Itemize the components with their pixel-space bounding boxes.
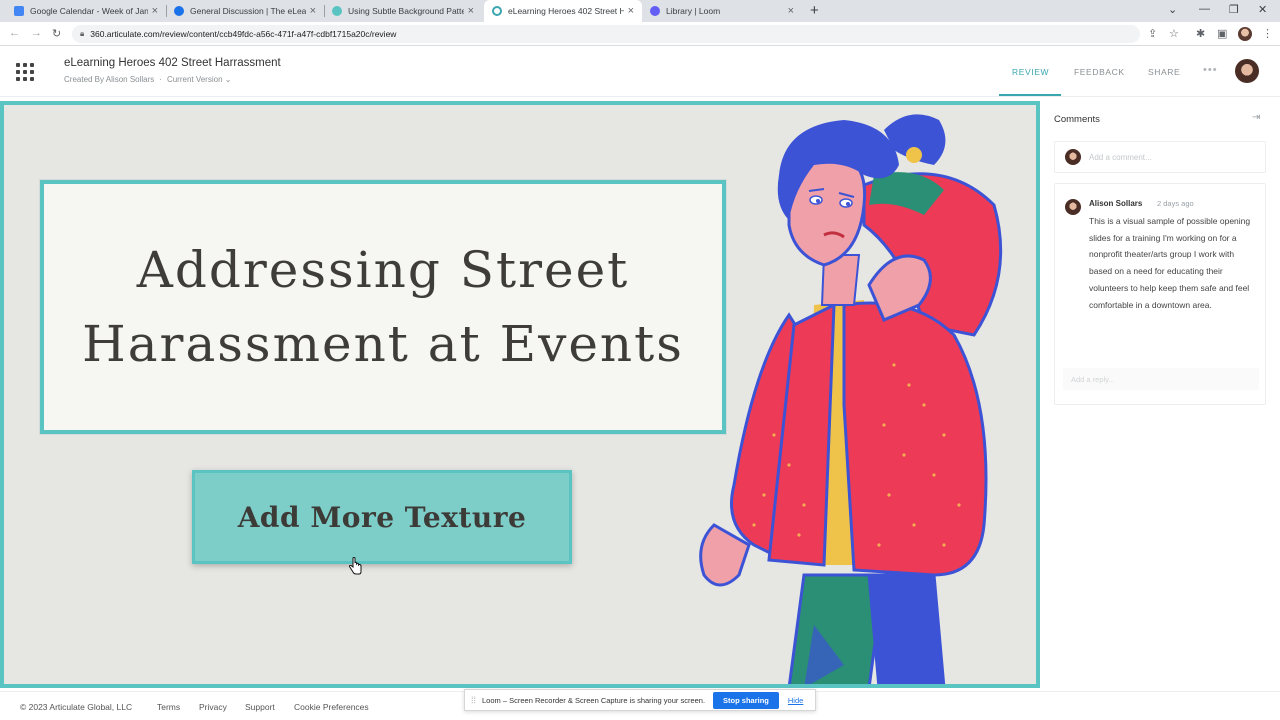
created-by-label: Created By Alison Sollars bbox=[64, 75, 155, 84]
url-text: 360.articulate.com/review/content/ccb49f… bbox=[90, 29, 397, 39]
course-title: eLearning Heroes 402 Street Harrassment bbox=[64, 57, 281, 69]
copyright-text: © 2023 Articulate Global, LLC bbox=[20, 702, 133, 712]
comment-author: Alison Sollars bbox=[1089, 199, 1143, 208]
tab-title: General Discussion | The eLearn bbox=[190, 6, 306, 16]
browser-menu-icon[interactable]: ⋮ bbox=[1262, 27, 1273, 40]
new-tab-button[interactable]: + bbox=[810, 2, 819, 19]
footer-link-cookie-preferences[interactable]: Cookie Preferences bbox=[294, 702, 369, 712]
hide-link[interactable]: Hide bbox=[788, 696, 803, 705]
gear-icon bbox=[332, 6, 342, 16]
forward-icon[interactable]: → bbox=[31, 27, 42, 39]
tab-title: eLearning Heroes 402 Street Har bbox=[508, 6, 624, 16]
collapse-panel-icon[interactable]: ⇥ bbox=[1252, 112, 1260, 123]
slide-title: Addressing Street Harassment at Events bbox=[82, 241, 684, 373]
user-avatar[interactable] bbox=[1235, 59, 1259, 83]
browser-tab-general-discussion[interactable]: General Discussion | The eLearn × bbox=[166, 0, 324, 22]
browser-tab-google-calendar[interactable]: Google Calendar - Week of Janu × bbox=[6, 0, 166, 22]
back-icon[interactable]: ← bbox=[9, 27, 20, 39]
share-message: Loom – Screen Recorder & Screen Capture … bbox=[482, 695, 706, 705]
tab-title: Using Subtle Background Patter bbox=[348, 6, 464, 16]
add-comment-input[interactable]: Add a comment... bbox=[1054, 141, 1266, 173]
commenter-avatar bbox=[1065, 199, 1081, 215]
minimize-icon[interactable]: — bbox=[1199, 3, 1210, 15]
footer-link-privacy[interactable]: Privacy bbox=[199, 702, 227, 712]
close-tab-icon[interactable]: × bbox=[468, 5, 474, 17]
stop-sharing-button[interactable]: Stop sharing bbox=[713, 691, 779, 709]
nav-feedback[interactable]: FEEDBACK bbox=[1074, 67, 1125, 77]
extensions-puzzle-icon[interactable]: ✱ bbox=[1196, 27, 1205, 40]
close-tab-icon[interactable]: × bbox=[310, 5, 316, 17]
footer-link-support[interactable]: Support bbox=[245, 702, 275, 712]
side-panel-icon[interactable]: ▣ bbox=[1217, 27, 1227, 40]
close-tab-icon[interactable]: × bbox=[628, 5, 634, 17]
screen-share-notification: ⁞⁞ Loom – Screen Recorder & Screen Captu… bbox=[464, 689, 816, 711]
tab-title: Library | Loom bbox=[666, 6, 721, 16]
footer-link-terms[interactable]: Terms bbox=[157, 702, 180, 712]
slide-preview: Addressing Street Harassment at Events A… bbox=[0, 101, 1040, 688]
comments-heading: Comments bbox=[1054, 114, 1100, 125]
calendar-icon bbox=[14, 6, 24, 16]
tab-search-icon[interactable]: ⌄ bbox=[1168, 3, 1177, 16]
review-360-icon bbox=[492, 6, 502, 16]
url-field[interactable]: 🔒︎ 360.articulate.com/review/content/ccb… bbox=[72, 25, 1140, 43]
articulate-icon bbox=[174, 6, 184, 16]
app-header: eLearning Heroes 402 Street Harrassment … bbox=[0, 46, 1280, 97]
loom-icon bbox=[650, 6, 660, 16]
browser-tab-background-patterns[interactable]: Using Subtle Background Patter × bbox=[324, 0, 482, 22]
comments-panel: Comments ⇥ Add a comment... Alison Solla… bbox=[1042, 101, 1280, 691]
drag-handle-icon[interactable]: ⁞⁞ bbox=[471, 695, 476, 705]
bookmark-star-icon[interactable]: ☆ bbox=[1169, 27, 1179, 40]
close-tab-icon[interactable]: × bbox=[152, 5, 158, 17]
close-window-icon[interactable]: ✕ bbox=[1258, 3, 1267, 16]
version-dropdown[interactable]: Current Version ⌄ bbox=[167, 75, 232, 84]
reply-placeholder: Add a reply... bbox=[1071, 374, 1115, 384]
reply-input[interactable]: Add a reply... bbox=[1063, 368, 1259, 390]
app-launcher-grid-icon[interactable] bbox=[16, 63, 34, 81]
active-tab-indicator bbox=[999, 94, 1061, 96]
reload-icon[interactable]: ↻ bbox=[52, 27, 61, 40]
comment-text: This is a visual sample of possible open… bbox=[1089, 216, 1251, 310]
close-tab-icon[interactable]: × bbox=[788, 5, 794, 17]
comment-timestamp: 2 days ago bbox=[1157, 199, 1194, 208]
restore-icon[interactable]: ❐ bbox=[1229, 3, 1239, 16]
add-more-texture-button[interactable]: Add More Texture bbox=[192, 470, 572, 564]
browser-profile-avatar[interactable] bbox=[1238, 27, 1252, 41]
comment-placeholder: Add a comment... bbox=[1089, 152, 1152, 162]
avatar bbox=[1065, 149, 1081, 165]
button-label: Add More Texture bbox=[237, 500, 527, 534]
browser-tab-strip: Google Calendar - Week of Janu × General… bbox=[0, 0, 1280, 22]
course-meta: Created By Alison Sollars · Current Versio… bbox=[64, 75, 232, 84]
woman-illustration bbox=[699, 114, 1003, 684]
chevron-down-icon: ⌄ bbox=[224, 75, 232, 84]
browser-tab-loom-library[interactable]: Library | Loom × bbox=[642, 0, 802, 22]
address-bar: ← → ↻ 🔒︎ 360.articulate.com/review/conte… bbox=[0, 22, 1280, 46]
nav-share[interactable]: SHARE bbox=[1148, 67, 1180, 77]
share-icon[interactable]: ⇪ bbox=[1148, 27, 1157, 40]
nav-review[interactable]: REVIEW bbox=[1012, 67, 1049, 77]
slide-title-card: Addressing Street Harassment at Events bbox=[39, 179, 727, 435]
comment-thread: Alison Sollars 2 days ago This is a visu… bbox=[1054, 183, 1266, 405]
tab-title: Google Calendar - Week of Janu bbox=[30, 6, 148, 16]
browser-tab-elearning-heroes[interactable]: eLearning Heroes 402 Street Har × bbox=[484, 0, 642, 22]
mouse-pointer-icon bbox=[348, 557, 362, 575]
lock-icon: 🔒︎ bbox=[80, 29, 85, 38]
more-options-icon[interactable]: ••• bbox=[1203, 64, 1218, 76]
